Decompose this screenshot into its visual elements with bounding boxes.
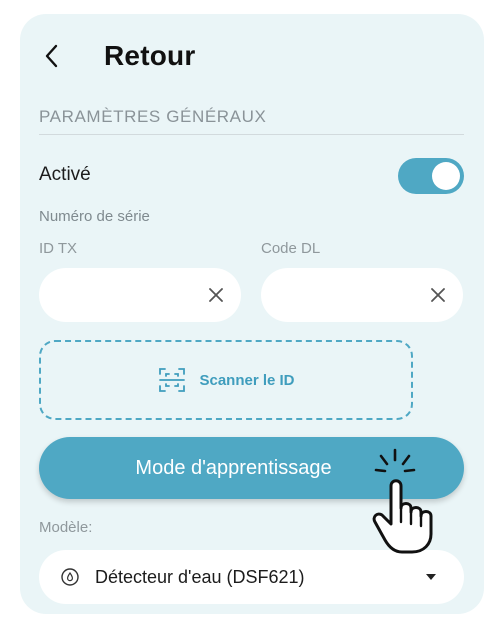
close-icon[interactable] [427, 284, 449, 306]
settings-card: Retour PARAMÈTRES GÉNÉRAUX Activé Numéro… [20, 14, 484, 614]
learning-mode-label: Mode d'apprentissage [135, 456, 332, 479]
toggle-knob [432, 162, 460, 190]
scan-id-label: Scanner le ID [199, 371, 295, 389]
serial-number-label: Numéro de série [39, 208, 150, 225]
active-label: Activé [39, 164, 91, 185]
learning-mode-button[interactable]: Mode d'apprentissage [39, 437, 464, 499]
code-dl-field-wrapper [261, 268, 463, 322]
model-select[interactable]: Détecteur d'eau (DSF621) [39, 550, 464, 604]
code-dl-label: Code DL [261, 240, 321, 257]
section-title: PARAMÈTRES GÉNÉRAUX [39, 107, 267, 126]
header: Retour [44, 36, 195, 76]
page-title[interactable]: Retour [104, 40, 195, 72]
id-tx-input[interactable] [39, 268, 205, 322]
id-tx-field-wrapper [39, 268, 241, 322]
section-divider [39, 134, 464, 135]
close-icon[interactable] [205, 284, 227, 306]
water-sensor-icon [59, 566, 81, 588]
scan-id-button[interactable]: Scanner le ID [39, 340, 413, 420]
model-label: Modèle: [39, 519, 93, 536]
id-tx-label: ID TX [39, 240, 78, 257]
caret-down-icon [424, 570, 438, 584]
code-dl-input[interactable] [261, 268, 427, 322]
scan-frame-icon [157, 365, 187, 395]
model-selected-value: Détecteur d'eau (DSF621) [95, 566, 305, 587]
chevron-left-icon[interactable] [44, 41, 66, 71]
active-toggle[interactable] [398, 158, 464, 194]
